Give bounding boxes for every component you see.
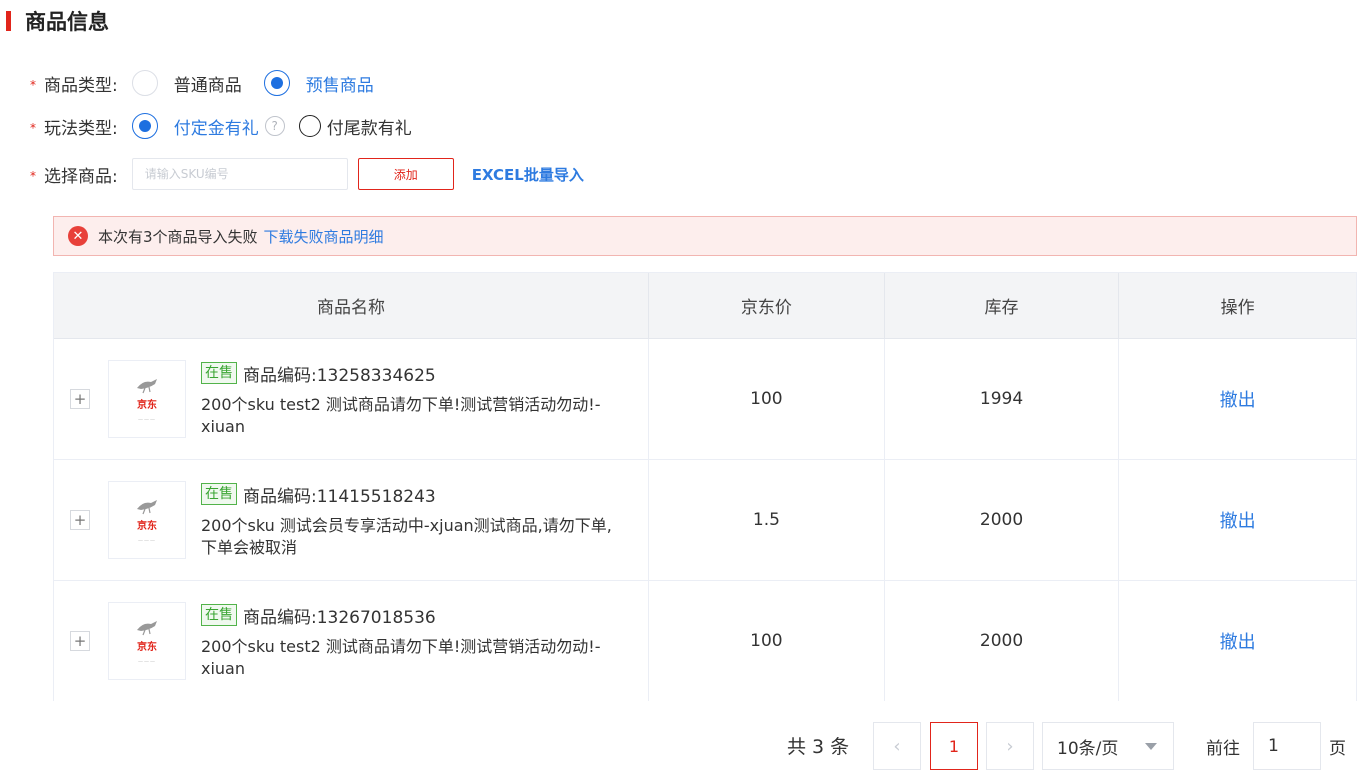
- plus-icon[interactable]: +: [70, 510, 90, 530]
- radio-final-payment-gift-label[interactable]: 付尾款有礼: [327, 114, 412, 139]
- product-thumbnail: 京东 ———: [108, 602, 186, 680]
- header-product-name: 商品名称: [54, 273, 650, 338]
- product-name: 200个sku test2 测试商品请勿下单!测试营销活动勿动!-xiuan: [201, 636, 601, 678]
- page-size-value: 10条/页: [1057, 738, 1119, 759]
- product-top: 在售 商品编码:13267018536: [201, 603, 621, 628]
- radio-normal-product-label[interactable]: 普通商品: [174, 71, 242, 96]
- required-mark: *: [30, 78, 36, 92]
- select-product-label: 选择商品:: [44, 166, 118, 187]
- product-top: 在售 商品编码:13258334625: [201, 361, 621, 386]
- plus-icon[interactable]: +: [70, 389, 90, 409]
- product-top: 在售 商品编码:11415518243: [201, 482, 621, 507]
- product-info: 在售 商品编码:13258334625 200个sku test2 测试商品请勿…: [201, 361, 621, 438]
- product-type-row: * 商品类型: 普通商品 预售商品: [30, 66, 396, 100]
- page-size-select[interactable]: 10条/页: [1042, 722, 1174, 770]
- radio-presale-product[interactable]: [263, 70, 290, 96]
- price-cell: 100: [649, 339, 885, 459]
- jd-dog-icon: [137, 620, 157, 635]
- withdraw-link[interactable]: 撤出: [1220, 507, 1256, 533]
- section-title: 商品信息: [25, 10, 109, 34]
- product-info: 在售 商品编码:11415518243 200个sku 测试会员专享活动中-xj…: [201, 482, 621, 559]
- thumb-caption: ———: [138, 537, 156, 544]
- import-error-alert: ✕ 本次有3个商品导入失败 下载失败商品明细: [53, 216, 1357, 256]
- product-cell: + 京东 ——— 在售 商品编码:11415518243 200个sku 测试会…: [54, 460, 650, 580]
- radio-final-payment-gift[interactable]: [298, 115, 321, 137]
- jd-dog-icon: [137, 499, 157, 514]
- stock-cell: 1994: [885, 339, 1120, 459]
- radio-normal-product[interactable]: [131, 70, 158, 96]
- header-stock: 库存: [885, 273, 1120, 338]
- status-badge: 在售: [201, 604, 237, 626]
- status-badge: 在售: [201, 362, 237, 384]
- play-type-row: * 玩法类型: 付定金有礼 ? 付尾款有礼: [30, 109, 434, 143]
- product-info: 在售 商品编码:13267018536 200个sku test2 测试商品请勿…: [201, 603, 621, 680]
- product-code: 商品编码:13267018536: [243, 607, 436, 628]
- product-name: 200个sku 测试会员专享活动中-xjuan测试商品,请勿下单,下单会被取消: [201, 515, 612, 557]
- prev-page-button[interactable]: ‹: [873, 722, 921, 770]
- goto-label: 前往: [1206, 739, 1240, 759]
- action-cell: 撤出: [1119, 460, 1356, 580]
- product-thumbnail: 京东 ———: [108, 481, 186, 559]
- alert-text: 本次有3个商品导入失败: [98, 227, 258, 246]
- table-row: + 京东 ——— 在售 商品编码:13267018536 200个sku tes…: [54, 581, 1356, 701]
- sku-input[interactable]: [131, 158, 348, 190]
- play-type-label: 玩法类型:: [44, 118, 118, 139]
- plus-icon[interactable]: +: [70, 631, 90, 651]
- product-cell: + 京东 ——— 在售 商品编码:13258334625 200个sku tes…: [54, 339, 650, 459]
- pagination-total: 共 3 条: [787, 736, 850, 758]
- section-header: 商品信息: [0, 4, 109, 38]
- table-row: + 京东 ——— 在售 商品编码:11415518243 200个sku 测试会…: [54, 460, 1356, 581]
- table-row: + 京东 ——— 在售 商品编码:13258334625 200个sku tes…: [54, 339, 1356, 460]
- action-cell: 撤出: [1119, 339, 1356, 459]
- thumb-logo: 京东: [137, 641, 157, 653]
- chevron-right-icon: ›: [1006, 735, 1014, 757]
- close-circle-icon: ✕: [68, 226, 88, 246]
- required-mark: *: [30, 121, 36, 135]
- radio-deposit-gift-label[interactable]: 付定金有礼: [174, 114, 259, 139]
- chevron-left-icon: ‹: [893, 735, 901, 757]
- jd-dog-icon: [137, 378, 157, 393]
- stock-cell: 2000: [885, 460, 1120, 580]
- product-code: 商品编码:11415518243: [243, 486, 436, 507]
- page-suffix: 页: [1329, 739, 1346, 759]
- price-cell: 1.5: [649, 460, 885, 580]
- goto-page-input[interactable]: [1253, 722, 1321, 770]
- radio-deposit-gift[interactable]: [131, 113, 158, 139]
- add-button[interactable]: 添加: [357, 158, 454, 190]
- page-button-1[interactable]: 1: [930, 722, 978, 770]
- pagination: 共 3 条 ‹ 1 › 10条/页 前往 页: [0, 720, 1361, 771]
- thumb-logo: 京东: [137, 399, 157, 411]
- product-code: 商品编码:13258334625: [243, 365, 436, 386]
- select-product-row: * 选择商品: 添加 EXCEL批量导入: [30, 157, 584, 191]
- withdraw-link[interactable]: 撤出: [1220, 628, 1256, 654]
- section-accent-bar: [6, 11, 11, 31]
- product-table: 商品名称 京东价 库存 操作 + 京东 ——— 在售 商品编码:13258334…: [53, 272, 1357, 701]
- next-page-button[interactable]: ›: [986, 722, 1034, 770]
- action-cell: 撤出: [1119, 581, 1356, 701]
- caret-down-icon: [1145, 743, 1157, 750]
- product-cell: + 京东 ——— 在售 商品编码:13267018536 200个sku tes…: [54, 581, 650, 701]
- thumb-caption: ———: [138, 658, 156, 665]
- product-thumbnail: 京东 ———: [108, 360, 186, 438]
- product-name: 200个sku test2 测试商品请勿下单!测试营销活动勿动!-xiuan: [201, 394, 601, 436]
- withdraw-link[interactable]: 撤出: [1220, 386, 1256, 412]
- thumb-logo: 京东: [137, 520, 157, 532]
- stock-cell: 2000: [885, 581, 1120, 701]
- price-cell: 100: [649, 581, 885, 701]
- help-icon[interactable]: ?: [264, 116, 285, 136]
- thumb-caption: ———: [138, 416, 156, 423]
- product-type-label: 商品类型:: [44, 75, 118, 96]
- table-header: 商品名称 京东价 库存 操作: [54, 273, 1356, 339]
- radio-presale-product-label[interactable]: 预售商品: [306, 71, 374, 96]
- download-failed-link[interactable]: 下载失败商品明细: [264, 226, 384, 247]
- excel-import-link[interactable]: EXCEL批量导入: [472, 164, 584, 185]
- status-badge: 在售: [201, 483, 237, 505]
- required-mark: *: [30, 169, 36, 183]
- header-action: 操作: [1220, 298, 1255, 318]
- header-price: 京东价: [649, 273, 885, 338]
